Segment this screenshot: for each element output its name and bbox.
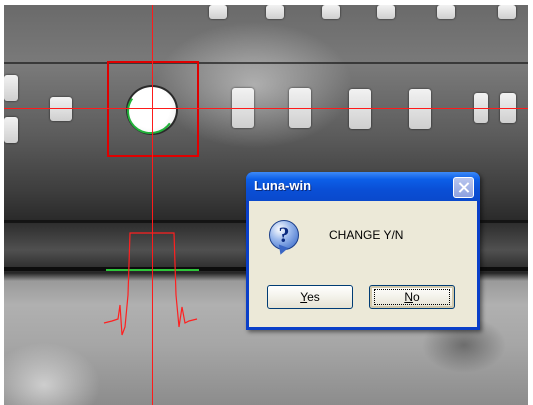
yes-button-label: Yes bbox=[300, 290, 320, 304]
dialog-title: Luna-win bbox=[254, 178, 312, 193]
message-dialog: Luna-win ? CHANGE Y/N Yes No bbox=[246, 172, 480, 330]
question-icon-tail bbox=[275, 244, 289, 257]
no-button[interactable]: No bbox=[369, 285, 455, 309]
crosshair-horizontal bbox=[4, 108, 528, 109]
close-icon[interactable] bbox=[453, 177, 474, 198]
dialog-titlebar[interactable]: Luna-win bbox=[246, 172, 480, 201]
profile-line bbox=[103, 232, 198, 336]
no-button-label: No bbox=[404, 290, 420, 304]
crosshair-vertical bbox=[152, 5, 153, 405]
dialog-message: CHANGE Y/N bbox=[329, 228, 404, 242]
yes-button[interactable]: Yes bbox=[267, 285, 353, 309]
dialog-body: ? CHANGE Y/N Yes No bbox=[249, 201, 477, 327]
